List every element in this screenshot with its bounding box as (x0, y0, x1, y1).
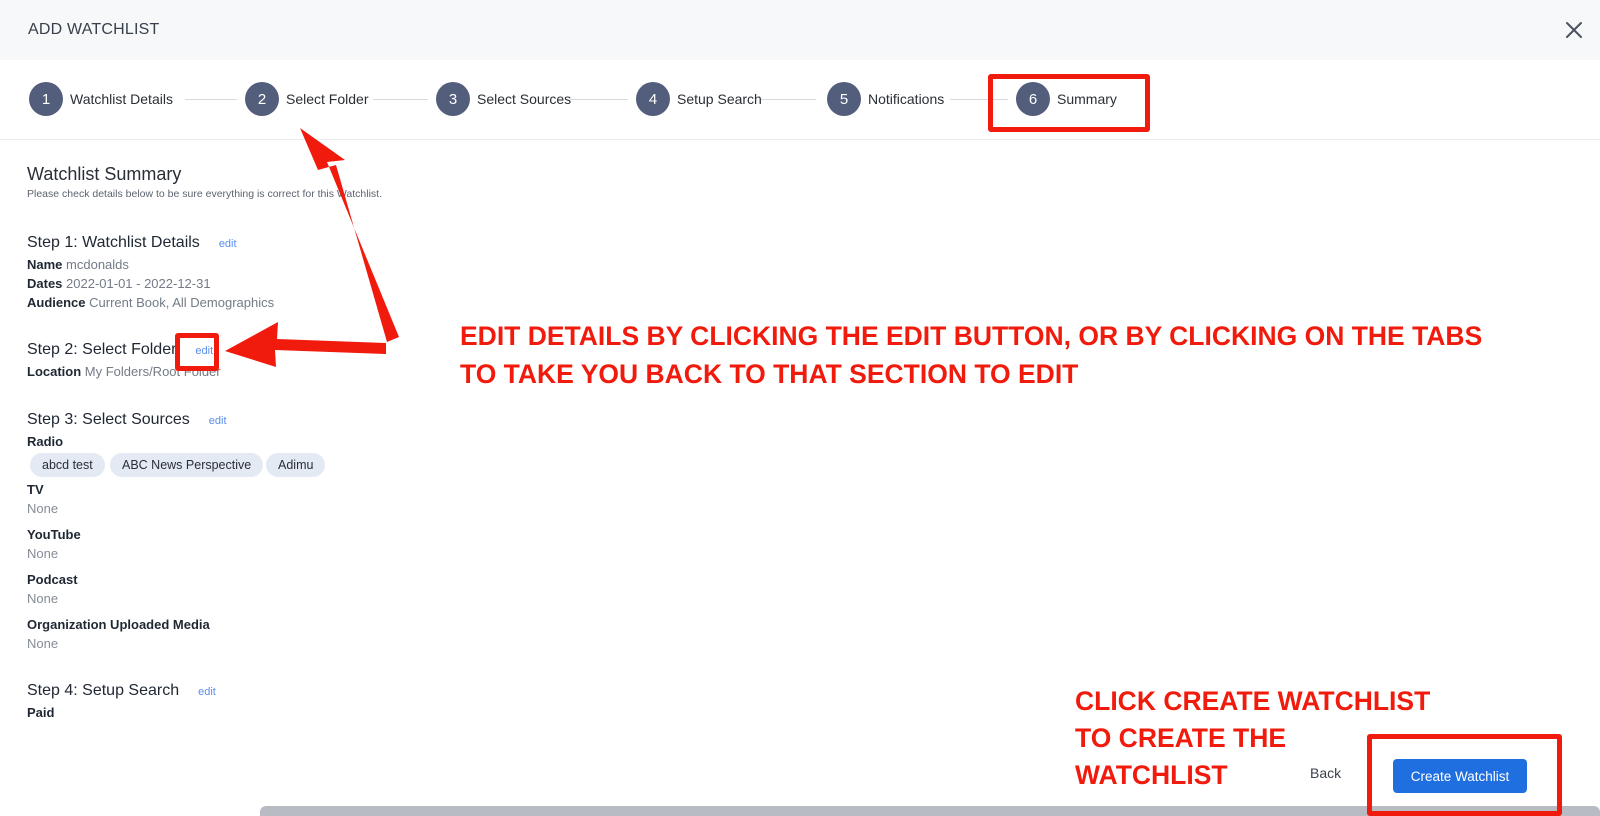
summary-title: Watchlist Summary (27, 164, 182, 184)
youtube-label: YouTube (27, 527, 81, 542)
close-icon (1566, 22, 1582, 38)
tab-watchlist-details[interactable]: 1 Watchlist Details (29, 82, 173, 116)
back-button[interactable]: Back (1310, 765, 1341, 781)
step-number: 4 (636, 82, 670, 116)
modal-header: ADD WATCHLIST (0, 0, 1600, 60)
modal-title: ADD WATCHLIST (28, 21, 160, 38)
step-connector (373, 99, 428, 100)
radio-label: Radio (27, 434, 64, 449)
source-chip[interactable]: abcd test (30, 453, 105, 477)
step1-heading: Step 1: Watchlist Details (27, 234, 200, 251)
step1-audience-row: Audience Current Book, All Demographics (27, 295, 274, 310)
edit-annotation-line2: TO TAKE YOU BACK TO THAT SECTION TO EDIT (460, 359, 1079, 389)
tv-label: TV (27, 482, 44, 497)
step-connector (185, 99, 237, 100)
step3-heading-row: Step 3: Select Sources edit (27, 411, 227, 429)
step1-name-row: Name mcdonalds (27, 257, 129, 272)
name-value: mcdonalds (66, 257, 129, 272)
dates-value: 2022-01-01 - 2022-12-31 (66, 276, 211, 291)
step-connector (760, 99, 816, 100)
step-number: 3 (436, 82, 470, 116)
summary-tab-highlight (988, 74, 1150, 132)
youtube-value: None (27, 546, 59, 561)
org-media-label: Organization Uploaded Media (27, 617, 210, 632)
audience-value: Current Book, All Demographics (89, 295, 275, 310)
org-media-value: None (27, 636, 59, 651)
step-number: 2 (245, 82, 279, 116)
step1-edit-link[interactable]: edit (219, 238, 237, 250)
radio-chip-list: abcd test ABC News Perspective Adimu (30, 453, 430, 477)
create-annotation-line1: CLICK CREATE WATCHLIST (1075, 686, 1431, 716)
step2-heading: Step 2: Select Folder (27, 341, 177, 358)
step-label: Select Sources (477, 91, 572, 107)
step3-heading: Step 3: Select Sources (27, 411, 190, 428)
arrow-icon (225, 322, 386, 367)
name-label: Name (27, 257, 67, 272)
tab-notifications[interactable]: 5 Notifications (827, 82, 944, 116)
create-annotation-line2: TO CREATE THE (1075, 723, 1287, 753)
tab-select-folder[interactable]: 2 Select Folder (245, 82, 368, 116)
step-label: Watchlist Details (70, 91, 173, 107)
tab-select-sources[interactable]: 3 Select Sources (436, 82, 571, 116)
source-chip[interactable]: ABC News Perspective (110, 453, 264, 477)
step-connector (570, 99, 628, 100)
step4-heading: Step 4: Setup Search (27, 682, 180, 699)
paid-label: Paid (27, 705, 55, 720)
location-label: Location (27, 364, 85, 379)
step-number: 1 (29, 82, 63, 116)
step4-heading-row: Step 4: Setup Search edit (27, 682, 216, 700)
footer-fade (0, 735, 1600, 816)
dates-label: Dates (27, 276, 67, 291)
close-button[interactable] (1562, 18, 1586, 42)
edit-annotation-line1: EDIT DETAILS BY CLICKING THE EDIT BUTTON… (460, 321, 1483, 351)
step3-edit-link[interactable]: edit (209, 415, 227, 427)
step4-edit-link[interactable]: edit (198, 686, 216, 698)
edit-link-highlight (175, 333, 219, 371)
step1-dates-row: Dates 2022-01-01 - 2022-12-31 (27, 276, 211, 291)
podcast-label: Podcast (27, 572, 78, 587)
step-number: 5 (827, 82, 861, 116)
source-chip[interactable]: Adimu (266, 453, 326, 477)
stepper: 1 Watchlist Details 2 Select Folder 3 Se… (0, 60, 1600, 140)
step-label: Notifications (868, 91, 945, 107)
audience-label: Audience (27, 295, 90, 310)
create-button-highlight (1367, 734, 1562, 816)
arrow-icon (300, 128, 399, 342)
podcast-value: None (27, 591, 59, 606)
step-label: Select Folder (286, 91, 369, 107)
step-label: Setup Search (677, 91, 762, 107)
tab-setup-search[interactable]: 4 Setup Search (636, 82, 762, 116)
create-annotation-line3: WATCHLIST (1075, 760, 1228, 790)
tv-value: None (27, 501, 59, 516)
step1-heading-row: Step 1: Watchlist Details edit (27, 234, 237, 252)
summary-subtitle: Please check details below to be sure ev… (27, 188, 383, 200)
